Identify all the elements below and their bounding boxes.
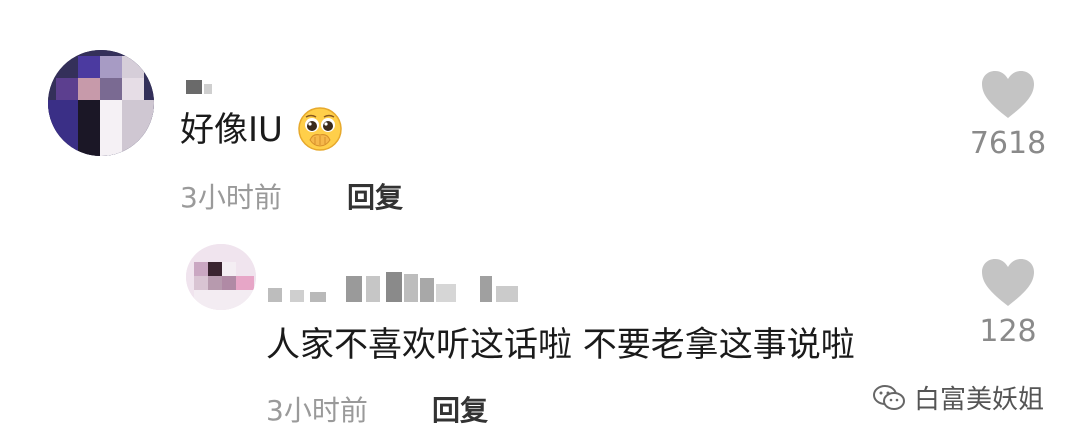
like-count: 7618 [969, 126, 1047, 161]
heart-icon[interactable] [980, 258, 1036, 308]
avatar[interactable] [186, 244, 256, 310]
reply-button[interactable]: 回复 [432, 389, 488, 429]
avatar[interactable] [48, 50, 154, 156]
comment-text: 好像IU [180, 110, 283, 150]
comment-text: 人家不喜欢听这话啦 不要老拿这事说啦 [266, 325, 855, 365]
comment-timestamp: 3小时前 [180, 181, 282, 214]
pleading-face-icon [297, 106, 343, 152]
like-button[interactable]: 7618 [963, 70, 1053, 161]
like-button[interactable]: 128 [963, 258, 1053, 349]
comment-timestamp: 3小时前 [266, 394, 368, 427]
like-count: 128 [979, 314, 1037, 349]
watermark-text: 白富美妖姐 [913, 385, 1044, 415]
wechat-icon [872, 383, 906, 413]
watermark: 白富美妖姐 [872, 379, 1044, 416]
reply-button[interactable]: 回复 [347, 176, 403, 216]
heart-icon[interactable] [980, 70, 1036, 120]
